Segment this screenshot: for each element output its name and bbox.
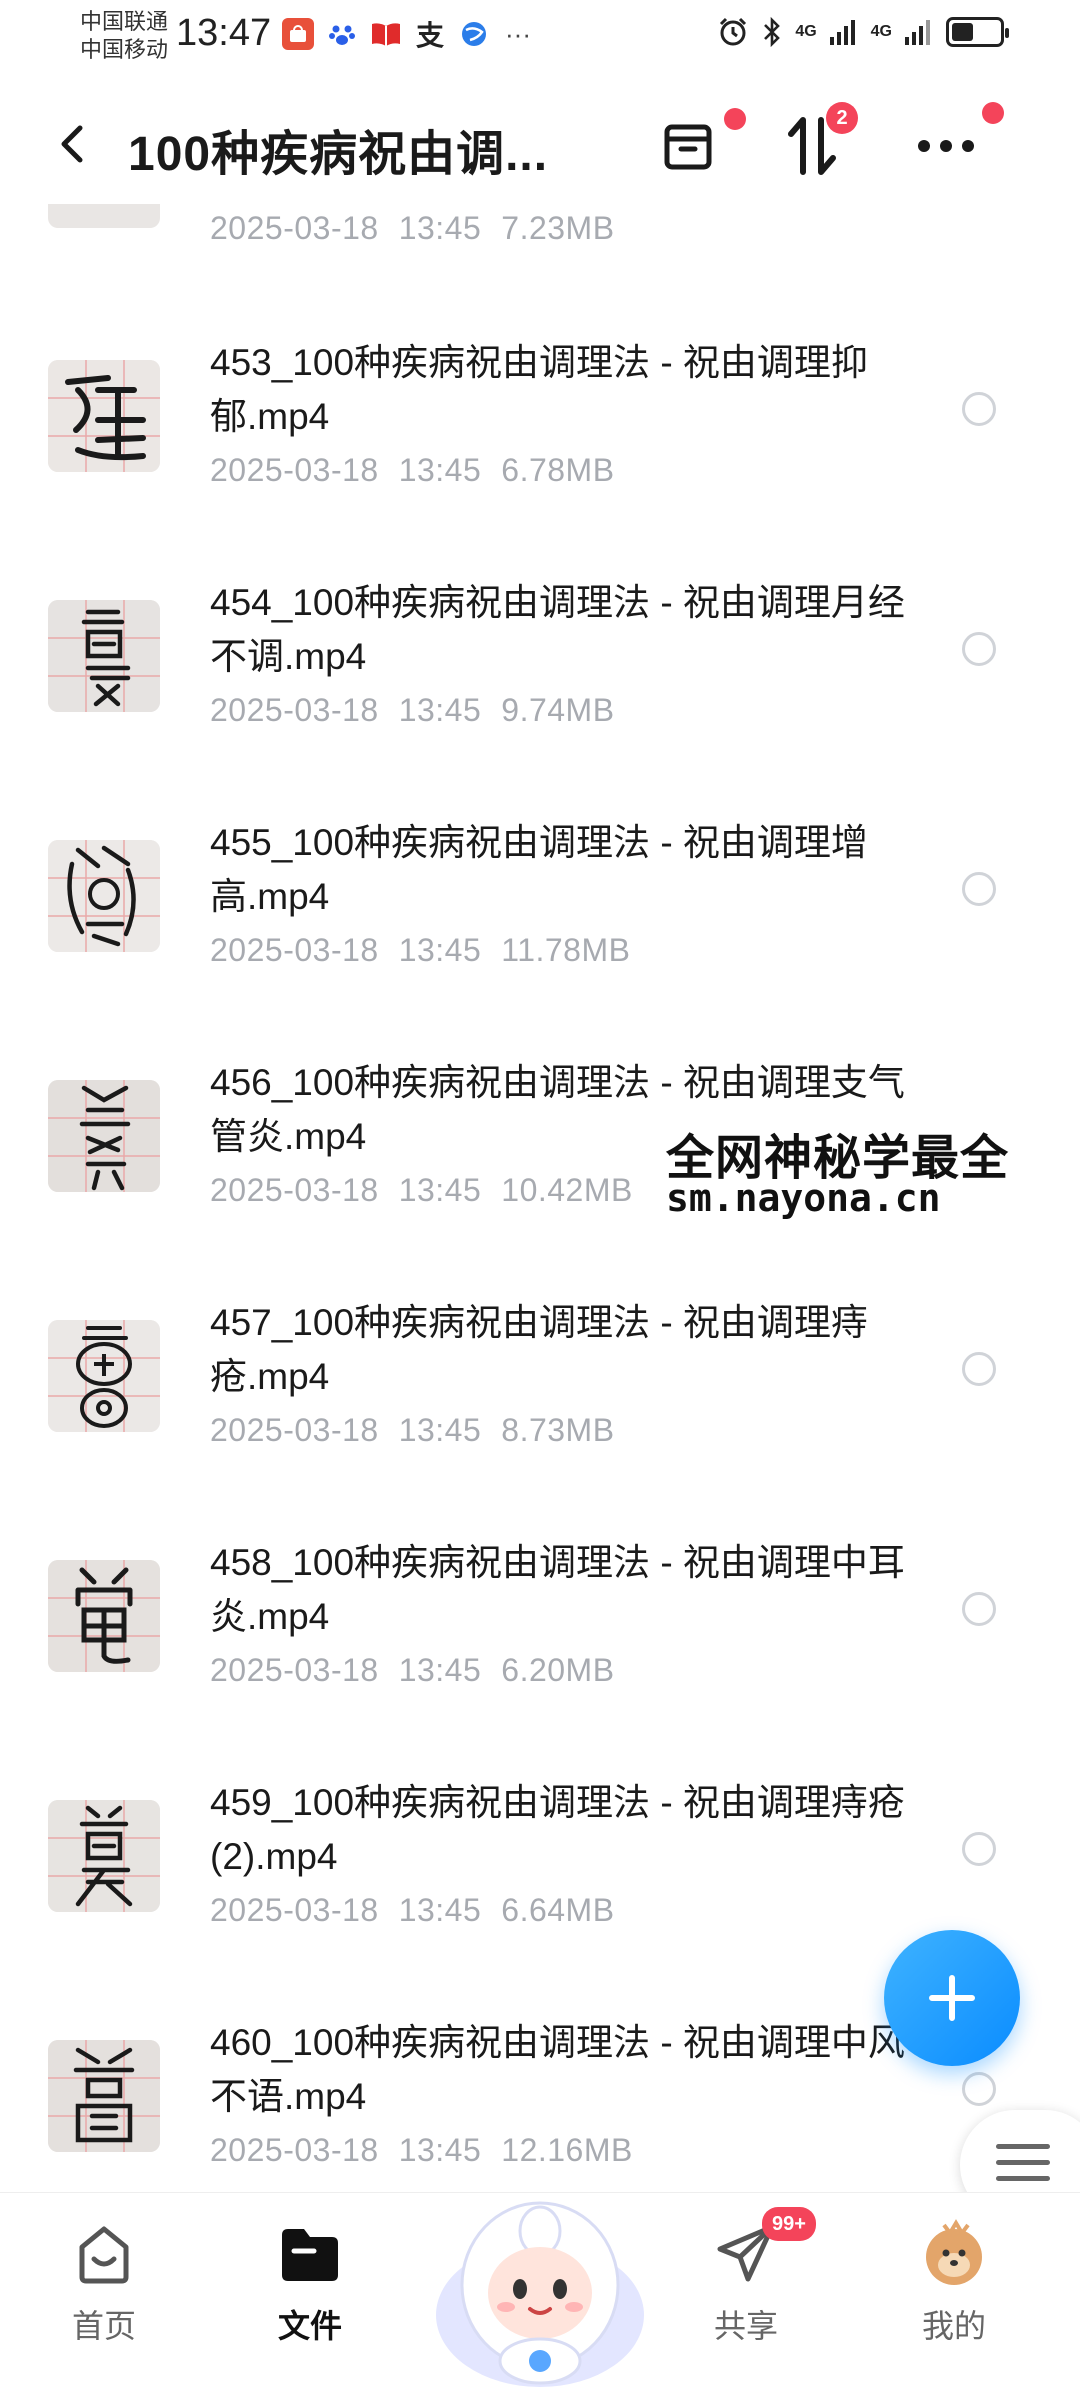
file-name: 460_100种疾病祝由调理法 - 祝由调理中风不语.mp4	[210, 2022, 905, 2117]
file-name: 459_100种疾病祝由调理法 - 祝由调理痔疮 (2).mp4	[210, 1782, 905, 1877]
red-book-icon	[370, 18, 402, 50]
file-thumbnail	[48, 1800, 160, 1912]
nav-share[interactable]: 99+ 共享	[676, 2207, 816, 2347]
signal-icon	[829, 20, 855, 45]
carrier-1: 中国联通	[80, 9, 169, 34]
plus-icon	[929, 1975, 975, 2021]
profile-avatar-icon	[918, 2217, 990, 2289]
select-radio[interactable]	[962, 392, 996, 426]
list-item[interactable]: 458_100种疾病祝由调理法 - 祝由调理中耳炎.mp4 2025-03-18…	[0, 1514, 1080, 1754]
file-thumbnail	[48, 1560, 160, 1672]
carrier-2: 中国移动	[80, 37, 169, 62]
back-arrow-icon[interactable]	[50, 120, 98, 168]
file-name: 453_100种疾病祝由调理法 - 祝由调理抑郁.mp4	[210, 342, 868, 437]
list-item[interactable]: 454_100种疾病祝由调理法 - 祝由调理月经不调.mp4 2025-03-1…	[0, 554, 1080, 794]
file-thumbnail	[48, 840, 160, 952]
carrier-labels: 中国联通 中国移动	[80, 8, 168, 64]
list-item[interactable]: 455_100种疾病祝由调理法 - 祝由调理增高.mp4 2025-03-18 1…	[0, 794, 1080, 1034]
alarm-icon	[720, 17, 747, 46]
folder-icon	[274, 2217, 346, 2289]
list-item-partial[interactable]: 2025-03-18 13:45 7.23MB	[0, 204, 1080, 264]
more-options-dot	[982, 102, 1004, 124]
watermark-overlay: 全网神秘学最全 sm.nayona.cn	[662, 1112, 1074, 1230]
share-count-badge: 99+	[762, 2207, 816, 2241]
status-bar: 中国联通 中国移动 13:47 支 ··· 4G 4G	[0, 0, 1080, 72]
select-radio[interactable]	[962, 632, 996, 666]
select-radio[interactable]	[962, 1352, 996, 1386]
more-dots-icon: ···	[505, 18, 531, 49]
menu-lines-icon	[996, 2144, 1050, 2192]
list-item[interactable]: 457_100种疾病祝由调理法 - 祝由调理痔疮.mp4 2025-03-18 1…	[0, 1274, 1080, 1514]
archive-dot	[724, 108, 746, 130]
watermark-url: sm.nayona.cn	[666, 1176, 941, 1220]
file-meta: 2025-03-18 13:45 9.74MB	[210, 692, 615, 728]
assistant-mascot[interactable]	[424, 2165, 656, 2395]
page-title: 100种疾病祝由调...	[128, 128, 549, 181]
more-options-button[interactable]	[910, 102, 1004, 182]
file-thumbnail	[48, 360, 160, 472]
file-meta: 2025-03-18 13:45 10.42MB	[210, 1172, 633, 1208]
signal-2-label: 4G	[870, 23, 892, 40]
status-app-icons: 支 ···	[282, 18, 534, 51]
select-radio[interactable]	[962, 2072, 996, 2106]
file-meta: 2025-03-18 13:45 6.78MB	[210, 452, 615, 488]
file-name: 454_100种疾病祝由调理法 - 祝由调理月经不调.mp4	[210, 582, 905, 677]
file-thumbnail	[48, 204, 160, 228]
bottom-navigation: 首页 文件 99+ 共享 我的	[0, 2192, 1080, 2400]
mascot-astronaut-icon	[436, 2201, 644, 2387]
file-name: 457_100种疾病祝由调理法 - 祝由调理痔疮.mp4	[210, 1302, 868, 1397]
file-thumbnail	[48, 2040, 160, 2152]
more-horizontal-icon	[918, 140, 974, 152]
home-icon	[68, 2217, 140, 2289]
globe-icon	[458, 18, 490, 50]
bluetooth-icon	[764, 16, 781, 48]
baidu-paw-icon	[326, 18, 358, 50]
file-meta: 2025-03-18 13:45 12.16MB	[210, 2132, 633, 2168]
huawei-store-icon	[282, 18, 314, 50]
battery-icon	[946, 17, 1009, 47]
nav-home[interactable]: 首页	[34, 2217, 174, 2347]
transfer-count-badge: 2	[826, 102, 858, 134]
file-thumbnail	[48, 1320, 160, 1432]
file-thumbnail	[48, 1080, 160, 1192]
system-status-icons: 4G 4G	[717, 16, 1009, 48]
status-time: 13:47	[176, 12, 272, 54]
file-meta: 2025-03-18 13:45 8.73MB	[210, 1412, 615, 1448]
file-meta: 2025-03-18 13:45 11.78MB	[210, 932, 631, 968]
file-thumbnail	[48, 600, 160, 712]
nav-share-label: 共享	[713, 2308, 778, 2344]
alipay-icon: 支	[415, 20, 444, 51]
nav-files[interactable]: 文件	[240, 2217, 380, 2347]
file-name: 455_100种疾病祝由调理法 - 祝由调理增高.mp4	[210, 822, 868, 917]
file-meta: 2025-03-18 13:45 6.20MB	[210, 1652, 615, 1688]
top-app-bar: 100种疾病祝由调... 2	[0, 84, 1080, 204]
file-name: 458_100种疾病祝由调理法 - 祝由调理中耳炎.mp4	[210, 1542, 905, 1637]
file-meta: 2025-03-18 13:45 7.23MB	[210, 210, 615, 246]
archive-button[interactable]	[652, 108, 746, 182]
file-meta: 2025-03-18 13:45 6.64MB	[210, 1892, 615, 1928]
list-item[interactable]: 453_100种疾病祝由调理法 - 祝由调理抑郁.mp4 2025-03-18 1…	[0, 314, 1080, 554]
select-radio[interactable]	[962, 1832, 996, 1866]
paper-plane-icon: 99+	[710, 2207, 816, 2289]
archive-box-icon	[664, 124, 712, 170]
select-radio[interactable]	[962, 872, 996, 906]
signal-icon	[905, 20, 930, 45]
nav-me-label: 我的	[921, 2308, 986, 2344]
add-file-button[interactable]	[884, 1930, 1020, 2066]
select-radio[interactable]	[962, 1592, 996, 1626]
battery-level	[952, 23, 973, 41]
nav-me[interactable]: 我的	[884, 2217, 1024, 2347]
nav-files-label: 文件	[277, 2308, 342, 2344]
transfer-button[interactable]: 2	[776, 102, 858, 182]
nav-home-label: 首页	[71, 2308, 136, 2344]
signal-1-label: 4G	[795, 23, 817, 40]
